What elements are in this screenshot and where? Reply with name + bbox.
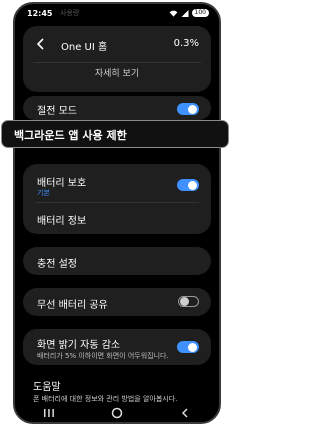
recent-apps-icon[interactable] [43,408,55,418]
navigation-bar [15,404,219,422]
battery-info-label[interactable]: 배터리 정보 [37,212,86,227]
power-saving-label: 절전 모드 [37,106,77,117]
battery-protection-sublabel: 기본 [37,189,50,197]
help-text[interactable]: 폰 배터리에 대한 정보와 관리 방법을 알아봅시다. [33,394,177,404]
background-limit-row[interactable]: 백그라운드 앱 사용 제한 [1,120,229,148]
divider [33,62,201,63]
wireless-share-toggle[interactable] [178,296,199,307]
battery-protection-toggle[interactable] [177,179,199,191]
usage-percent: 0.3% [173,38,199,49]
back-icon[interactable] [33,36,49,52]
background-limit-label: 백그라운드 앱 사용 제한 [14,129,127,142]
charging-settings-label: 충전 설정 [37,259,77,270]
home-icon[interactable] [111,407,123,419]
toggle-knob [188,180,197,190]
toggle-knob [188,104,197,114]
power-saving-card: 절전 모드 [23,96,211,120]
help-title: 도움말 [33,382,61,393]
details-button[interactable]: 자세히 보기 [23,66,211,79]
charging-settings-card[interactable]: 충전 설정 [23,247,211,275]
status-icons: 100 [169,9,209,17]
phone-frame: 12:45 사용량 100 One UI 홈 0.3% 자세히 보기 절전 모드… [13,2,221,424]
battery-card: 배터리 보호 기본 배터리 정보 [23,164,211,234]
battery-protection-label[interactable]: 배터리 보호 [37,174,86,189]
divider [35,202,199,203]
wireless-share-label: 무선 배터리 공유 [37,300,108,311]
toggle-knob [188,342,197,352]
back-nav-icon[interactable] [179,407,191,419]
app-name: One UI 홈 [61,42,108,53]
power-saving-toggle[interactable] [177,103,199,115]
status-time: 12:45 [27,9,53,18]
auto-dim-sublabel: 배터리가 5% 이하이면 화면이 어두워집니다. [37,352,169,360]
toggle-knob [180,297,189,306]
app-header-card: One UI 홈 0.3% 자세히 보기 [23,26,211,92]
status-bar: 12:45 사용량 100 [15,4,219,24]
wifi-icon [169,10,177,17]
faded-title: 사용량 [60,9,80,17]
auto-dim-toggle[interactable] [177,341,199,353]
auto-dim-card: 화면 밝기 자동 감소 배터리가 5% 이하이면 화면이 어두워집니다. [23,329,211,365]
battery-icon: 100 [191,9,209,17]
signal-icon [181,9,189,17]
auto-dim-label: 화면 밝기 자동 감소 [37,340,121,351]
wireless-share-card: 무선 배터리 공유 [23,288,211,316]
